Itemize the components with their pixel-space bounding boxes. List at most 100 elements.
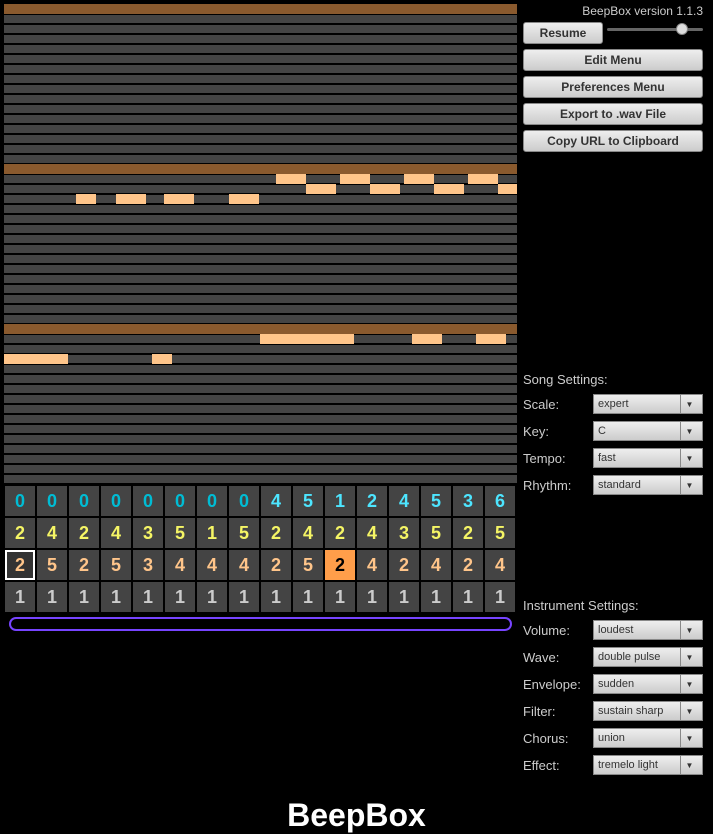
note[interactable]	[434, 184, 464, 194]
piano-row[interactable]	[4, 464, 517, 474]
piano-row[interactable]	[4, 144, 517, 154]
rhythm-select[interactable]: standard▼	[593, 475, 703, 495]
piano-row[interactable]	[4, 364, 517, 374]
pattern-cell[interactable]: 2	[356, 485, 388, 517]
pattern-cell[interactable]: 4	[100, 517, 132, 549]
piano-row[interactable]	[4, 124, 517, 134]
pattern-cell[interactable]: 1	[36, 581, 68, 613]
note[interactable]	[260, 334, 324, 344]
pattern-cell[interactable]: 0	[4, 485, 36, 517]
note[interactable]	[4, 4, 517, 14]
loop-bar[interactable]	[9, 617, 512, 631]
note[interactable]	[276, 174, 306, 184]
piano-row[interactable]	[4, 84, 517, 94]
piano-row[interactable]	[4, 94, 517, 104]
pattern-cell[interactable]: 3	[132, 517, 164, 549]
pattern-cell[interactable]: 1	[196, 517, 228, 549]
chorus-select[interactable]: union▼	[593, 728, 703, 748]
piano-row[interactable]	[4, 74, 517, 84]
pattern-cell[interactable]: 4	[260, 485, 292, 517]
pattern-cell[interactable]: 1	[228, 581, 260, 613]
pattern-cell[interactable]: 0	[132, 485, 164, 517]
note[interactable]	[152, 354, 172, 364]
note[interactable]	[306, 184, 336, 194]
edit-menu-button[interactable]: Edit Menu	[523, 49, 703, 71]
key-select[interactable]: C▼	[593, 421, 703, 441]
pattern-cell[interactable]: 5	[292, 549, 324, 581]
piano-row[interactable]	[4, 374, 517, 384]
pattern-cell[interactable]: 0	[100, 485, 132, 517]
pattern-cell[interactable]: 1	[324, 581, 356, 613]
piano-row[interactable]	[4, 404, 517, 414]
piano-row[interactable]	[4, 34, 517, 44]
piano-row[interactable]	[4, 14, 517, 24]
pattern-cell[interactable]: 2	[324, 517, 356, 549]
piano-row[interactable]	[4, 254, 517, 264]
tempo-select[interactable]: fast▼	[593, 448, 703, 468]
note[interactable]	[76, 194, 96, 204]
piano-row[interactable]	[4, 224, 517, 234]
pattern-cell[interactable]: 1	[4, 581, 36, 613]
pattern-cell[interactable]: 1	[164, 581, 196, 613]
piano-row[interactable]	[4, 64, 517, 74]
pattern-cell[interactable]: 2	[68, 549, 100, 581]
piano-row[interactable]	[4, 444, 517, 454]
pattern-cell[interactable]: 1	[68, 581, 100, 613]
pattern-cell[interactable]: 3	[452, 485, 484, 517]
pattern-cell[interactable]: 2	[260, 517, 292, 549]
piano-row[interactable]	[4, 264, 517, 274]
pattern-cell[interactable]: 1	[292, 581, 324, 613]
piano-row[interactable]	[4, 44, 517, 54]
pattern-cell[interactable]: 2	[388, 549, 420, 581]
pattern-cell[interactable]: 6	[484, 485, 516, 517]
pattern-cell[interactable]: 4	[164, 549, 196, 581]
pattern-cell[interactable]: 4	[388, 485, 420, 517]
piano-row[interactable]	[4, 314, 517, 324]
piano-row[interactable]	[4, 424, 517, 434]
pattern-cell[interactable]: 5	[420, 517, 452, 549]
pattern-cell[interactable]: 1	[452, 581, 484, 613]
scale-select[interactable]: expert▼	[593, 394, 703, 414]
pattern-cell[interactable]: 4	[356, 549, 388, 581]
piano-row[interactable]	[4, 204, 517, 214]
pattern-cell[interactable]: 1	[100, 581, 132, 613]
pattern-cell[interactable]: 3	[388, 517, 420, 549]
pattern-cell[interactable]: 4	[356, 517, 388, 549]
piano-roll[interactable]	[4, 4, 517, 485]
pattern-cell[interactable]: 0	[228, 485, 260, 517]
note[interactable]	[468, 174, 498, 184]
effect-select[interactable]: tremelo light▼	[593, 755, 703, 775]
piano-row[interactable]	[4, 454, 517, 464]
envelope-select[interactable]: sudden▼	[593, 674, 703, 694]
pattern-cell[interactable]: 4	[228, 549, 260, 581]
pattern-cell[interactable]: 2	[452, 549, 484, 581]
pattern-cell[interactable]: 4	[484, 549, 516, 581]
pattern-cell[interactable]: 1	[324, 485, 356, 517]
piano-row[interactable]	[4, 274, 517, 284]
note[interactable]	[324, 334, 354, 344]
pattern-cell[interactable]: 2	[4, 517, 36, 549]
pattern-cell[interactable]: 5	[484, 517, 516, 549]
pattern-cell[interactable]: 5	[228, 517, 260, 549]
piano-row[interactable]	[4, 54, 517, 64]
pattern-cell[interactable]: 2	[260, 549, 292, 581]
note[interactable]	[4, 324, 517, 334]
pattern-cell[interactable]: 4	[196, 549, 228, 581]
piano-row[interactable]	[4, 344, 517, 354]
piano-row[interactable]	[4, 244, 517, 254]
note[interactable]	[412, 334, 442, 344]
piano-row[interactable]	[4, 294, 517, 304]
piano-row[interactable]	[4, 114, 517, 124]
pattern-cell[interactable]: 5	[164, 517, 196, 549]
pattern-cell[interactable]: 1	[196, 581, 228, 613]
filter-select[interactable]: sustain sharp▼	[593, 701, 703, 721]
pattern-cell[interactable]: 2	[452, 517, 484, 549]
pattern-cell[interactable]: 4	[292, 517, 324, 549]
pattern-cell[interactable]: 1	[132, 581, 164, 613]
piano-row[interactable]	[4, 434, 517, 444]
pattern-cell[interactable]: 5	[292, 485, 324, 517]
piano-row[interactable]	[4, 214, 517, 224]
piano-row[interactable]	[4, 354, 517, 364]
pattern-cell[interactable]: 1	[356, 581, 388, 613]
piano-row[interactable]	[4, 154, 517, 164]
